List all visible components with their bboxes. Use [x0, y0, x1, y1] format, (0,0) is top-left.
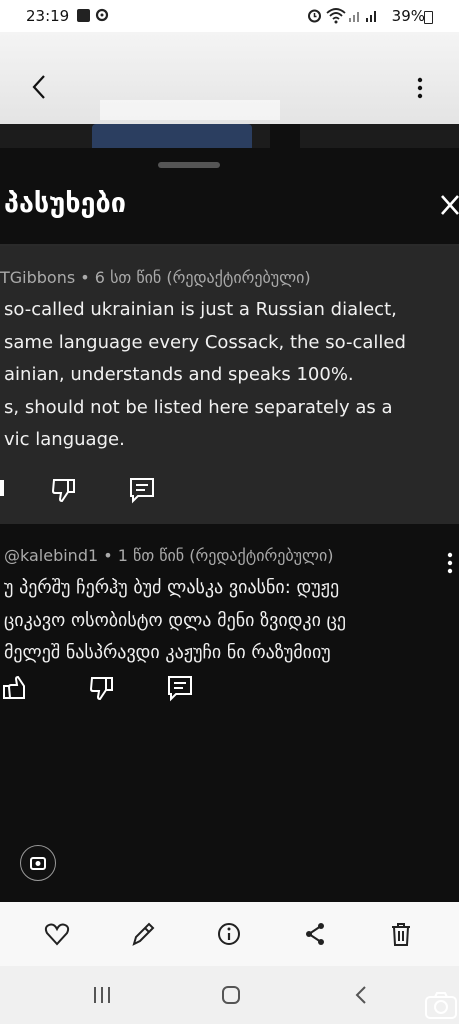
chevron-left-icon[interactable]: [28, 72, 52, 102]
thumb-up-icon[interactable]: [0, 480, 4, 496]
thumb-down-icon[interactable]: [50, 476, 78, 504]
comment-icon[interactable]: [128, 476, 156, 504]
image-search-icon[interactable]: [20, 845, 56, 881]
signal-icon: [348, 8, 382, 23]
video-shadow: [270, 124, 300, 148]
bottom-toolbar: [0, 902, 459, 966]
comment-item: TGibbons • 6 სთ წინ (რედაქტირებული) so-c…: [0, 246, 459, 524]
comment-line: vic language.: [4, 429, 125, 450]
comment-meta: TGibbons • 6 სთ წინ (რედაქტირებული): [0, 268, 311, 287]
media-header: [0, 32, 459, 124]
video-subject: [92, 124, 252, 148]
comment-line: same language every Cossack, the so-call…: [4, 331, 406, 353]
comment-line: უ პერშუ ჩერჰუ ბუძ ლასკა ვიასნი: დუჟე: [4, 577, 340, 598]
comment-text: so-called ukrainian is just a Russian di…: [4, 294, 406, 457]
comment-line: ainian, understands and speaks 100%.: [4, 364, 354, 385]
alarm-icon: [307, 8, 322, 23]
sheet-title: პასუხები: [4, 188, 126, 219]
share-icon[interactable]: [302, 920, 328, 948]
more-vert-icon[interactable]: [410, 74, 430, 102]
close-icon[interactable]: [440, 194, 459, 216]
info-icon[interactable]: [216, 920, 242, 948]
battery-percent: 39%: [391, 7, 425, 25]
comment-meta: @kalebind1 • 1 წთ წინ (რედაქტირებული): [4, 546, 334, 565]
comment-line: ციკავო ოსობისტო დლა მენი ზვიდკი ცე: [4, 609, 347, 631]
gear-notification-icon: [95, 8, 109, 22]
system-nav-bar: [0, 966, 459, 1024]
comment-line: so-called ukrainian is just a Russian di…: [4, 299, 397, 320]
more-vert-icon[interactable]: [445, 550, 455, 576]
thumb-down-icon[interactable]: [88, 674, 116, 702]
check-notification-icon: [77, 9, 90, 22]
back-icon[interactable]: [350, 984, 372, 1006]
thumb-up-icon[interactable]: [0, 674, 28, 702]
replies-sheet: პასუხები TGibbons • 6 სთ წინ (რედაქტირებ…: [0, 148, 459, 902]
pencil-icon[interactable]: [130, 920, 156, 948]
status-time: 23:19: [26, 7, 70, 25]
heart-icon[interactable]: [44, 920, 70, 948]
comment-line: მელეშ ნასპრავდი კაჟუჩი ნი რაზუმიიუ: [4, 642, 331, 663]
comment-icon[interactable]: [166, 674, 194, 702]
battery-icon: [424, 11, 433, 24]
faded-video-caption: [100, 100, 280, 120]
comment-text: უ პერშუ ჩერჰუ ბუძ ლასკა ვიასნი: დუჟე ციკ…: [4, 572, 346, 670]
recents-icon[interactable]: [90, 984, 114, 1006]
status-bar: 23:19 39%: [0, 0, 459, 32]
wifi-icon: [326, 7, 346, 24]
drag-handle[interactable]: [158, 162, 220, 168]
video-preview: [0, 124, 459, 148]
comment-actions: [0, 674, 459, 704]
comment-actions: [0, 476, 459, 506]
comment-line: s, should not be listed here separately …: [4, 396, 393, 418]
home-icon[interactable]: [220, 984, 242, 1006]
camera-icon[interactable]: [424, 990, 459, 1020]
trash-icon[interactable]: [388, 920, 414, 948]
comment-item: @kalebind1 • 1 წთ წინ (რედაქტირებული) უ …: [0, 524, 459, 702]
